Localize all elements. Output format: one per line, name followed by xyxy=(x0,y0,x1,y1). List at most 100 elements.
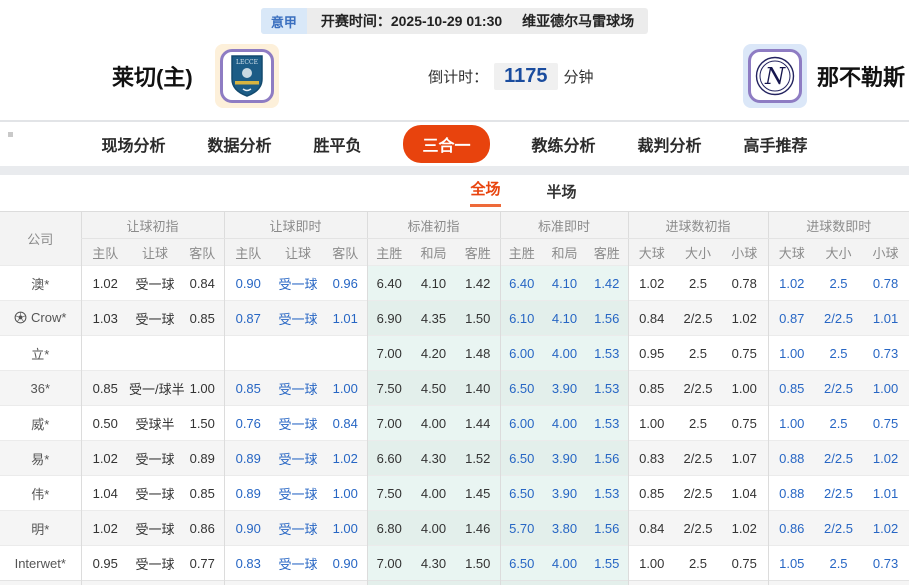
company-cell[interactable]: Interwet* xyxy=(0,545,81,581)
odds-cell: 受一/球半 xyxy=(129,370,185,406)
odds-cell xyxy=(411,580,456,585)
nav-tab-0[interactable]: 现场分析 xyxy=(101,132,165,156)
odds-cell: 6.50 xyxy=(499,545,543,581)
odds-cell: 0.85 xyxy=(627,370,675,406)
sub-tab-0[interactable]: 全场 xyxy=(470,178,501,207)
odds-cell: 1.53 xyxy=(586,370,628,406)
odds-cell: 4.50 xyxy=(411,370,456,406)
col-sub-header-5-2: 小球 xyxy=(862,238,909,266)
nav-tab-2[interactable]: 胜平负 xyxy=(313,132,361,156)
odds-cell xyxy=(366,580,411,585)
nav-tab-3[interactable]: 三合一 xyxy=(403,125,490,163)
company-cell[interactable]: 36* xyxy=(0,370,81,406)
odds-cell: 1.56 xyxy=(586,440,628,476)
odds-cell: 4.10 xyxy=(543,300,586,336)
odds-cell: 2/2.5 xyxy=(815,510,863,546)
odds-cell: 受一球 xyxy=(272,475,324,511)
home-team: 莱切(主) LECCE xyxy=(0,44,279,108)
odds-cell: 1.04 xyxy=(721,475,769,511)
odds-cell xyxy=(272,580,324,585)
company-cell[interactable]: 威* xyxy=(0,405,81,441)
company-name: 明* xyxy=(31,521,50,537)
odds-cell: 0.85 xyxy=(181,300,224,336)
company-name: Crow* xyxy=(31,309,67,325)
odds-cell: 1.50 xyxy=(181,405,224,441)
odds-cell: 0.78 xyxy=(721,265,769,301)
nav-tab-1[interactable]: 数据分析 xyxy=(207,132,271,156)
company-cell[interactable]: 明* xyxy=(0,510,81,546)
odds-cell xyxy=(499,580,543,585)
odds-cell: 1.53 xyxy=(586,405,628,441)
nav-tab-6[interactable]: 高手推荐 xyxy=(744,132,808,156)
countdown-value: 1175 xyxy=(494,62,558,90)
countdown: 倒计时： 1175 分钟 xyxy=(279,62,743,90)
odds-cell: 受一球 xyxy=(129,510,181,546)
countdown-label: 倒计时： xyxy=(428,68,489,86)
col-group-header-3: 标准即时 xyxy=(499,211,628,239)
odds-cell: 1.02 xyxy=(80,510,129,546)
odds-row-4: 威* 0.50 受球半 1.50 0.76 受一球 0.84 7.00 4.00 1.44 6.00… xyxy=(0,405,909,441)
odds-cell: 1.03 xyxy=(80,300,129,336)
odds-cell xyxy=(324,335,367,371)
col-sub-header-0-0: 主队 xyxy=(80,238,129,266)
odds-cell: 4.00 xyxy=(411,405,456,441)
odds-cell: 0.75 xyxy=(721,545,769,581)
odds-cell: 0.78 xyxy=(862,265,909,301)
company-name: 伟* xyxy=(31,486,50,502)
company-cell[interactable]: 易* xyxy=(0,440,81,476)
odds-cell: 2/2.5 xyxy=(675,440,721,476)
away-team-badge: N xyxy=(742,44,807,108)
odds-cell: 1.02 xyxy=(721,510,769,546)
odds-cell: 受一球 xyxy=(272,405,324,441)
company-cell[interactable]: 伟* xyxy=(0,475,81,511)
odds-cell: 0.85 xyxy=(627,475,675,511)
col-sub-header-1-2: 客队 xyxy=(324,238,367,266)
odds-cell: 1.01 xyxy=(862,300,909,336)
odds-cell: 1.02 xyxy=(767,265,816,301)
odds-cell: 1.50 xyxy=(456,545,500,581)
col-group-header-5: 进球数即时 xyxy=(767,211,909,239)
odds-row-6: 伟* 1.04 受一球 0.85 0.89 受一球 1.00 7.50 4.00 1.45 6.50… xyxy=(0,475,909,511)
nav-tab-4[interactable]: 教练分析 xyxy=(532,132,596,156)
company-cell[interactable]: Crow* xyxy=(0,300,81,336)
odds-cell xyxy=(862,580,909,585)
company-cell[interactable]: 立* xyxy=(0,335,81,371)
odds-cell: 1.05 xyxy=(767,545,816,581)
col-sub-header-5-1: 大小 xyxy=(815,238,863,266)
odds-cell: 0.90 xyxy=(223,265,272,301)
page: 意甲 开赛时间：2025-10-29 01:30 维亚德尔马雷球场 莱切(主) … xyxy=(0,0,909,585)
odds-cell: 受球半 xyxy=(129,405,181,441)
company-cell[interactable]: 澳* xyxy=(0,265,81,301)
odds-cell: 0.89 xyxy=(181,440,224,476)
start-time-label: 开赛时间： xyxy=(320,13,391,29)
col-sub-header-4-2: 小球 xyxy=(721,238,769,266)
odds-cell: 0.86 xyxy=(767,510,816,546)
odds-cell: 0.88 xyxy=(767,440,816,476)
odds-cell: 6.40 xyxy=(499,265,543,301)
nav-tab-5[interactable]: 裁判分析 xyxy=(638,132,702,156)
odds-cell: 1.00 xyxy=(324,370,367,406)
odds-cell: 1.46 xyxy=(456,510,500,546)
col-group-header-4: 进球数初指 xyxy=(627,211,769,239)
odds-cell: 1.00 xyxy=(862,370,909,406)
odds-cell: 1.56 xyxy=(586,510,628,546)
odds-cell: 2.5 xyxy=(675,335,721,371)
odds-cell: 2/2.5 xyxy=(815,440,863,476)
odds-cell: 4.00 xyxy=(543,545,586,581)
odds-cell: 1.53 xyxy=(586,475,628,511)
napoli-crest-icon: N xyxy=(747,49,802,103)
odds-cell: 0.84 xyxy=(627,300,675,336)
col-sub-header-4-0: 大球 xyxy=(627,238,675,266)
col-sub-header-1-0: 主队 xyxy=(223,238,272,266)
odds-cell: 3.90 xyxy=(543,370,586,406)
odds-cell: 0.84 xyxy=(324,405,367,441)
odds-cell: 6.00 xyxy=(499,405,543,441)
odds-cell: 2/2.5 xyxy=(815,475,863,511)
odds-cell: 7.50 xyxy=(366,475,411,511)
odds-cell: 1.02 xyxy=(324,440,367,476)
sub-tab-1[interactable]: 半场 xyxy=(547,181,577,207)
odds-cell: 0.73 xyxy=(862,335,909,371)
odds-row-3: 36* 0.85 受一/球半 1.00 0.85 受一球 1.00 7.50 4.50 1.40 6… xyxy=(0,370,909,406)
col-sub-header-3-0: 主胜 xyxy=(499,238,543,266)
col-sub-header-2-2: 客胜 xyxy=(456,238,500,266)
